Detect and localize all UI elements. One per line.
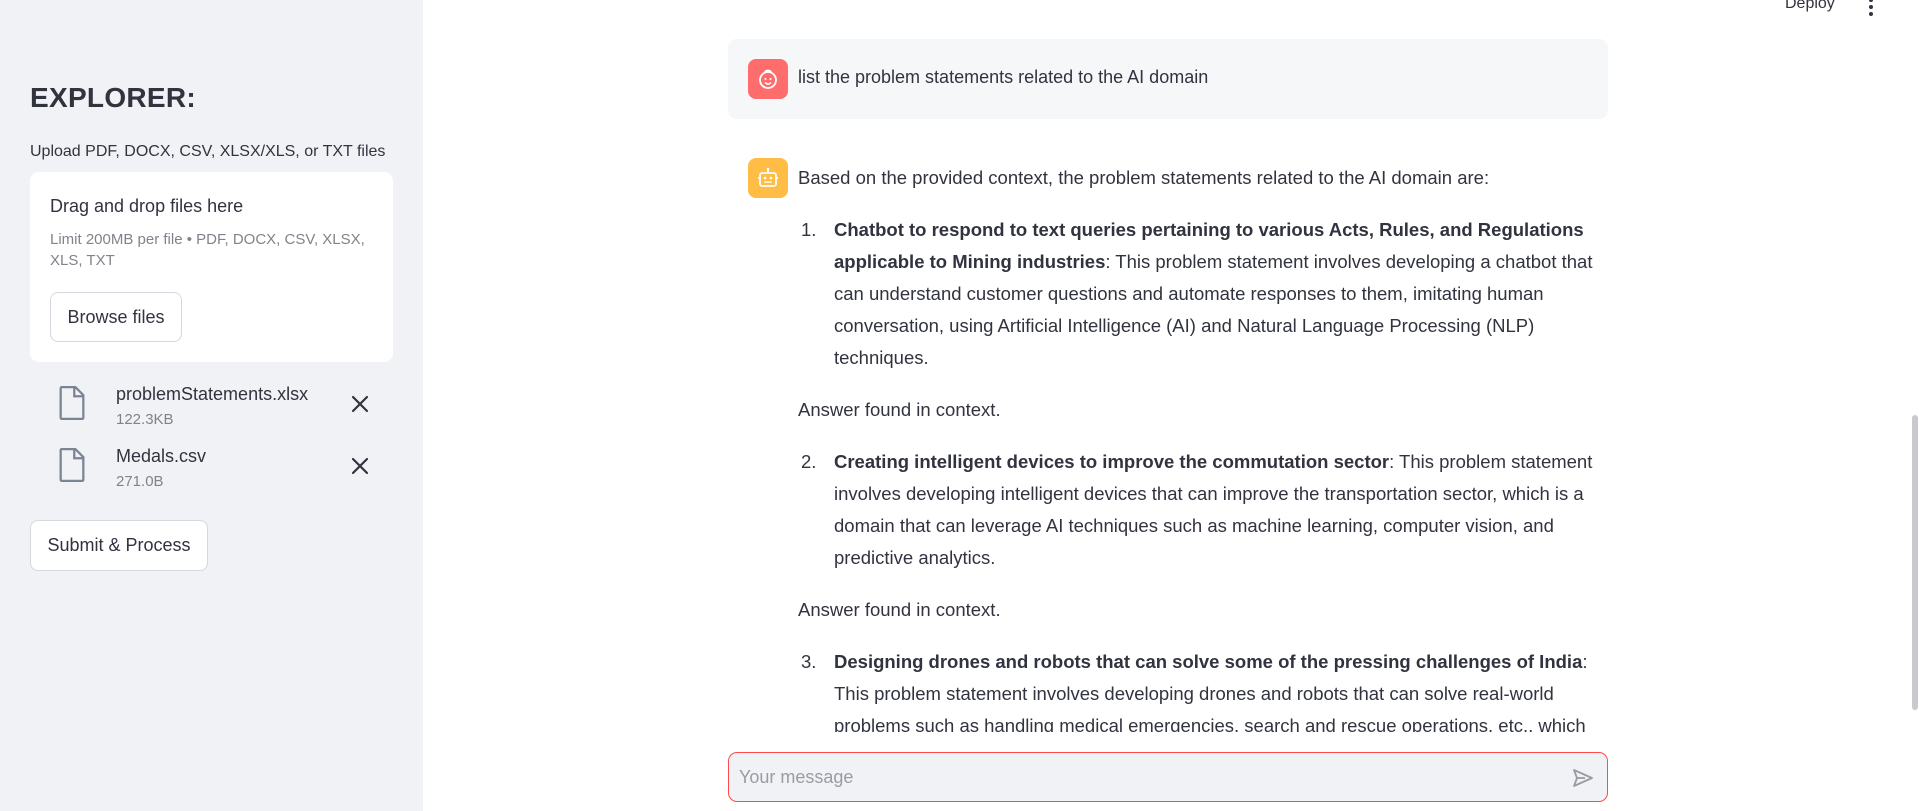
answer-note: Answer found in context. <box>798 399 1001 420</box>
list-item-title: Designing drones and robots that can sol… <box>834 651 1583 672</box>
user-message-text: list the problem statements related to t… <box>798 67 1209 87</box>
file-name: Medals.csv <box>116 446 207 466</box>
list-item: 2. Creating intelligent devices to impro… <box>798 446 1608 574</box>
file-name: problemStatements.xlsx <box>116 384 309 404</box>
assistant-avatar <box>748 158 788 198</box>
user-message: list the problem statements related to t… <box>728 39 1608 119</box>
list-item: 3. Designing drones and robots that can … <box>798 646 1608 732</box>
chat-input[interactable] <box>739 753 1539 801</box>
file-dropzone[interactable]: Drag and drop files here Limit 200MB per… <box>30 172 393 362</box>
list-number: 3. <box>801 651 817 672</box>
close-icon[interactable] <box>348 454 372 478</box>
dropzone-title: Drag and drop files here <box>50 196 244 216</box>
deploy-button[interactable]: Deploy <box>1785 0 1835 13</box>
uploaded-file-item: problemStatements.xlsx 122.3KB <box>30 382 393 436</box>
sidebar: EXPLORER: Upload PDF, DOCX, CSV, XLSX/XL… <box>0 0 423 811</box>
file-size: 122.3KB <box>116 411 174 428</box>
uploaded-file-item: Medals.csv 271.0B <box>30 444 393 498</box>
file-icon <box>59 448 85 482</box>
dropzone-limit: Limit 200MB per file • PDF, DOCX, CSV, X… <box>50 231 365 269</box>
file-icon <box>59 386 85 420</box>
list-item-title: Creating intelligent devices to improve … <box>834 451 1390 472</box>
robot-icon <box>758 167 778 187</box>
assistant-intro: Based on the provided context, the probl… <box>798 167 1490 188</box>
upload-label: Upload PDF, DOCX, CSV, XLSX/XLS, or TXT … <box>30 143 386 160</box>
vertical-dots-icon[interactable] <box>1868 0 1874 16</box>
close-icon[interactable] <box>348 392 372 416</box>
scrollbar[interactable] <box>1912 415 1918 710</box>
list-number: 2. <box>801 451 817 472</box>
browse-files-button[interactable]: Browse files <box>50 292 182 342</box>
answer-note: Answer found in context. <box>798 599 1001 620</box>
chat-input-container <box>728 752 1608 802</box>
submit-process-button[interactable]: Submit & Process <box>30 520 208 571</box>
assistant-message: Based on the provided context, the probl… <box>798 158 1608 732</box>
sidebar-title: EXPLORER: <box>30 82 197 113</box>
list-number: 1. <box>801 219 817 240</box>
send-icon[interactable] <box>1571 766 1595 790</box>
user-avatar <box>748 59 788 99</box>
list-item: 1. Chatbot to respond to text queries pe… <box>798 214 1608 374</box>
user-face-icon <box>759 69 777 89</box>
file-size: 271.0B <box>116 473 164 490</box>
